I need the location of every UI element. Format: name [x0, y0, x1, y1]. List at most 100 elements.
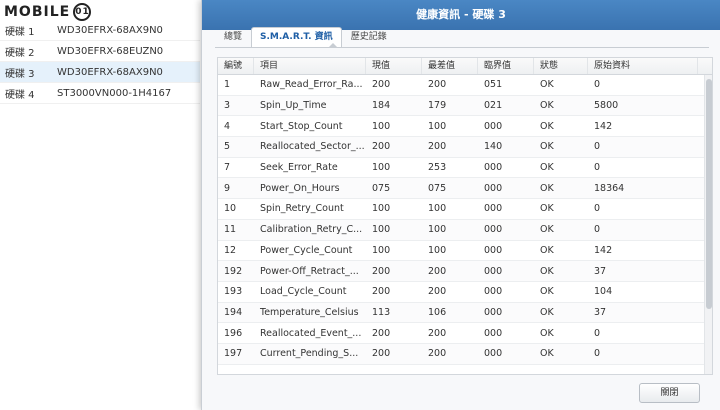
disk-name: 硬碟 4 — [5, 89, 35, 101]
cell-current: 200 — [372, 286, 391, 298]
tab-bar: 總覽 S.M.A.R.T. 資訊 歷史記錄 — [215, 27, 396, 48]
disk-row[interactable]: 硬碟 2 WD30EFRX-68EUZN0 — [0, 41, 200, 62]
cell-worst: 200 — [428, 348, 447, 360]
cell-current: 100 — [372, 203, 391, 215]
cell-id: 196 — [224, 327, 243, 339]
cell-raw: 37 — [594, 306, 607, 318]
tab-overview[interactable]: 總覽 — [215, 27, 251, 48]
cell-status: OK — [540, 100, 554, 112]
cell-worst: 200 — [428, 79, 447, 91]
cell-item: Load_Cycle_Count — [260, 286, 347, 298]
cell-threshold: 000 — [484, 244, 503, 256]
cell-status: OK — [540, 306, 554, 318]
cell-threshold: 000 — [484, 182, 503, 194]
cell-worst: 100 — [428, 120, 447, 132]
disk-row[interactable]: 硬碟 1 WD30EFRX-68AX9N0 — [0, 20, 200, 41]
cell-raw: 104 — [594, 286, 613, 298]
table-row[interactable]: 193 Load_Cycle_Count 200 200 000 OK 104 — [218, 282, 712, 303]
disk-list: 硬碟 1 WD30EFRX-68AX9N0 硬碟 2 WD30EFRX-68EU… — [0, 20, 200, 104]
col-header-threshold[interactable]: 臨界值 — [478, 58, 534, 74]
cell-item: Power_Cycle_Count — [260, 244, 353, 256]
cell-status: OK — [540, 162, 554, 174]
cell-id: 5 — [224, 141, 231, 153]
table-row[interactable]: 1 Raw_Read_Error_Ra... 200 200 051 OK 0 — [218, 75, 712, 96]
cell-item: Power_On_Hours — [260, 182, 340, 194]
cell-threshold: 000 — [484, 265, 503, 277]
cell-id: 4 — [224, 120, 231, 132]
cell-id: 7 — [224, 162, 231, 174]
col-header-item[interactable]: 項目 — [254, 58, 366, 74]
cell-current: 200 — [372, 265, 391, 277]
cell-threshold: 000 — [484, 327, 503, 339]
cell-status: OK — [540, 265, 554, 277]
cell-current: 100 — [372, 224, 391, 236]
cell-status: OK — [540, 244, 554, 256]
col-header-id[interactable]: 編號 — [218, 58, 254, 74]
table-row[interactable]: 7 Seek_Error_Rate 100 253 000 OK 0 — [218, 158, 712, 179]
table-row[interactable]: 12 Power_Cycle_Count 100 100 000 OK 142 — [218, 241, 712, 262]
disk-model: WD30EFRX-68EUZN0 — [57, 45, 164, 57]
cell-raw: 0 — [594, 348, 601, 360]
cell-threshold: 000 — [484, 120, 503, 132]
cell-threshold: 000 — [484, 224, 503, 236]
cell-worst: 200 — [428, 327, 447, 339]
col-header-status[interactable]: 狀態 — [534, 58, 588, 74]
cell-current: 184 — [372, 100, 391, 112]
logo-badge: 01 — [73, 3, 92, 21]
table-row[interactable]: 11 Calibration_Retry_C... 100 100 000 OK 0 — [218, 219, 712, 241]
table-row[interactable]: 10 Spin_Retry_Count 100 100 000 OK 0 — [218, 199, 712, 220]
table-row[interactable]: 4 Start_Stop_Count 100 100 000 OK 142 — [218, 116, 712, 138]
cell-item: Start_Stop_Count — [260, 120, 343, 132]
table-row[interactable]: 194 Temperature_Celsius 113 106 000 OK 37 — [218, 302, 712, 324]
col-header-raw[interactable]: 原始資料 — [588, 58, 698, 74]
disk-name: 硬碟 2 — [5, 47, 35, 59]
cell-worst: 200 — [428, 265, 447, 277]
cell-id: 10 — [224, 203, 237, 215]
cell-id: 1 — [224, 79, 231, 91]
cell-threshold: 000 — [484, 162, 503, 174]
table-row[interactable]: 196 Reallocated_Event_... 200 200 000 OK 0 — [218, 323, 712, 344]
col-header-current[interactable]: 現值 — [366, 58, 422, 74]
vertical-scrollbar[interactable] — [704, 75, 712, 374]
cell-worst: 200 — [428, 141, 447, 153]
cell-raw: 0 — [594, 224, 601, 236]
cell-worst: 100 — [428, 203, 447, 215]
cell-worst: 200 — [428, 286, 447, 298]
tab-history[interactable]: 歷史記錄 — [342, 27, 396, 48]
cell-threshold: 000 — [484, 306, 503, 318]
table-row[interactable]: 192 Power-Off_Retract_... 200 200 000 OK 37 — [218, 261, 712, 282]
disk-row[interactable]: 硬碟 4 ST3000VN000-1H4167 — [0, 83, 200, 104]
table-row[interactable]: 9 Power_On_Hours 075 075 000 OK 18364 — [218, 178, 712, 200]
cell-worst: 075 — [428, 182, 447, 194]
cell-item: Temperature_Celsius — [260, 306, 359, 318]
cell-worst: 179 — [428, 100, 447, 112]
table-row[interactable]: 197 Current_Pending_S... 200 200 000 OK 0 — [218, 343, 712, 365]
col-header-worst[interactable]: 最差值 — [422, 58, 478, 74]
cell-item: Power-Off_Retract_... — [260, 265, 359, 277]
disk-model: ST3000VN000-1H4167 — [57, 87, 172, 99]
site-logo: MOBILE 01 — [4, 2, 128, 22]
cell-threshold: 140 — [484, 141, 503, 153]
table-body: 1 Raw_Read_Error_Ra... 200 200 051 OK 0 3 Spin_U… — [218, 75, 712, 365]
cell-current: 075 — [372, 182, 391, 194]
table-row[interactable]: 5 Reallocated_Sector_... 200 200 140 OK 0 — [218, 137, 712, 158]
cell-status: OK — [540, 348, 554, 360]
disk-row-selected[interactable]: 硬碟 3 WD30EFRX-68AX9N0 — [0, 62, 200, 83]
cell-current: 200 — [372, 79, 391, 91]
cell-threshold: 000 — [484, 203, 503, 215]
cell-status: OK — [540, 79, 554, 91]
table-row[interactable]: 3 Spin_Up_Time 184 179 021 OK 5800 — [218, 95, 712, 117]
cell-raw: 18364 — [594, 182, 625, 194]
dialog-title: 健康資訊 - 硬碟 3 — [202, 0, 720, 30]
cell-id: 9 — [224, 182, 231, 194]
table-header: 編號 項目 現值 最差值 臨界值 狀態 原始資料 — [218, 58, 712, 75]
close-button[interactable]: 關閉 — [639, 383, 700, 403]
cell-raw: 0 — [594, 79, 601, 91]
tab-divider — [215, 47, 709, 48]
cell-item: Raw_Read_Error_Ra... — [260, 79, 363, 91]
cell-worst: 100 — [428, 244, 447, 256]
scrollbar-thumb[interactable] — [706, 79, 712, 309]
cell-raw: 0 — [594, 203, 601, 215]
cell-raw: 37 — [594, 265, 607, 277]
disk-name: 硬碟 1 — [5, 26, 35, 38]
